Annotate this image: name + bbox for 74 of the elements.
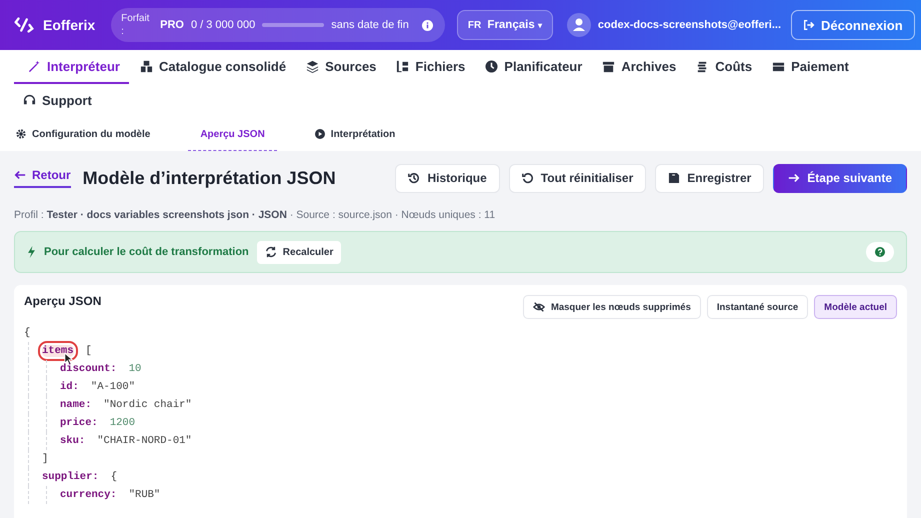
nav-tab[interactable]: Support [14,84,101,118]
json-value: "CHAIR-NORD-01" [97,435,192,447]
view-toggle[interactable]: Masquer les nœuds supprimés [522,295,701,319]
plan-name: PRO [160,19,184,31]
history-icon [408,172,420,184]
view-toggle[interactable]: Instantané source [706,295,808,319]
nav-tab[interactable]: Archives [593,50,686,84]
json-key[interactable]: name: [60,399,92,411]
card-title: Aperçu JSON [24,294,102,308]
eye-off-icon [532,301,545,313]
json-key[interactable]: discount: [60,363,117,375]
headset-icon [23,94,36,106]
brand-name: Eofferix [43,17,96,33]
recalculate-button[interactable]: Recalculer [256,240,342,264]
user-email: codex-docs-screenshots@eofferi... [598,19,782,31]
step-tab[interactable]: Interprétation [310,118,400,151]
refresh-icon [264,246,277,258]
arrow-left-icon [14,169,26,181]
json-value: 10 [128,363,142,375]
banner-text: Pour calculer le coût de transformation [44,246,249,258]
help-icon [875,247,885,257]
view-toggle[interactable]: Modèle actuel [814,295,897,319]
info-icon[interactable] [422,20,433,30]
user-avatar-icon [566,13,591,37]
nav-tab[interactable]: Planificateur [476,50,592,84]
logout-icon [803,19,816,31]
play-icon [314,129,325,139]
json-key[interactable]: sku: [60,435,86,447]
language-select[interactable]: FR Français ▾ [456,10,553,40]
action-button[interactable]: Tout réinitialiser [508,164,646,192]
json-key[interactable]: price: [60,417,98,429]
gear-icon [16,129,26,139]
json-bracket: { [110,471,118,483]
plan-label: Forfait : [121,12,150,38]
nav-tab[interactable]: Paiement [763,50,858,84]
logo-icon [13,15,35,35]
json-value: "RUB" [128,489,160,501]
json-value: "A-100" [90,381,136,393]
json-key[interactable]: supplier: [42,471,99,483]
archive-icon [602,60,616,72]
json-key[interactable]: currency: [60,489,117,501]
json-key[interactable]: items [42,345,74,357]
lightning-icon [27,246,36,258]
undo-icon [522,172,534,184]
save-icon [668,172,680,184]
profile-info: Profil : Tester · docs variables screenshots json · JSON · Source : source.json · Nœuds uniques : 11 [14,209,496,221]
action-button[interactable]: Historique [395,164,500,192]
clock-icon [485,60,498,72]
json-bracket: ] [42,453,48,465]
nav-tab[interactable]: Fichiers [387,50,474,84]
logout-button[interactable]: Déconnexion [791,10,915,40]
nav-tab[interactable]: Sources [297,50,386,84]
nav-tab[interactable]: Interpréteur [14,50,129,84]
step-tab[interactable]: Aperçu JSON [188,118,277,151]
help-button[interactable] [866,242,894,262]
layers-icon [306,60,320,72]
plan-expiry: sans date de fin [331,19,409,31]
json-value: 1200 [110,417,136,429]
plan-usage: 0 / 3 000 000 [190,19,256,31]
arrow-right-icon [788,172,800,184]
step-tab[interactable]: Configuration du modèle [12,118,154,151]
nav-tab[interactable]: Catalogue consolidé [130,50,296,84]
back-link[interactable]: Retour [14,168,71,188]
action-button[interactable]: Étape suivante [773,164,907,192]
json-value: "Nordic chair" [104,399,192,411]
action-button[interactable]: Enregistrer [655,164,764,192]
json-bracket: [ [86,345,92,357]
files-icon [396,60,410,72]
wand-icon [28,60,41,72]
boxes-icon [140,60,153,72]
page-title: Modèle d’interprétation JSON [82,168,336,188]
nav-tab[interactable]: Coûts [687,50,762,84]
json-key[interactable]: id: [60,381,79,393]
json-bracket: { [24,327,30,339]
